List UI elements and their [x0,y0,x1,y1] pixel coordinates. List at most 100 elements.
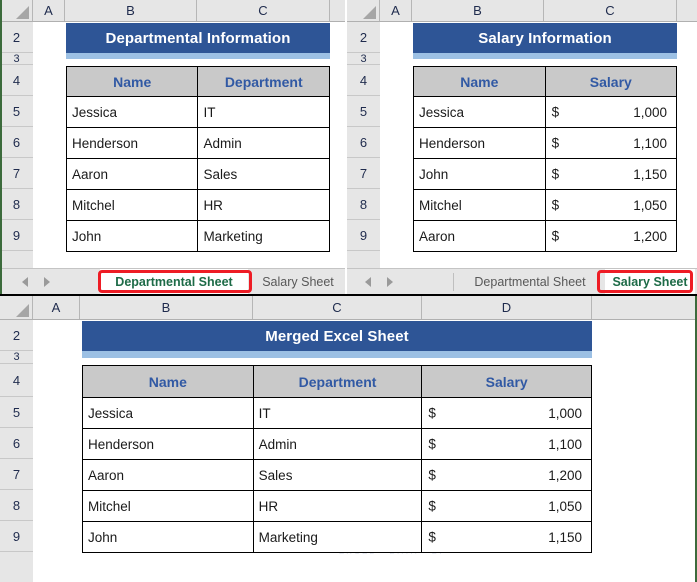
table-row[interactable]: Aaron $ 1,200 [413,220,678,252]
cell-name[interactable]: Mitchel [413,189,546,221]
cell-department[interactable]: Marketing [197,220,330,252]
row-header-10-merged[interactable] [0,552,33,582]
cell-name[interactable]: Mitchel [65,189,199,221]
select-all-corner-merged[interactable] [0,296,33,319]
row-header-10-departmental[interactable] [0,251,33,268]
column-header-a-merged[interactable]: A [33,296,80,319]
prev-sheet-arrow-icon[interactable] [365,276,371,287]
cell-salary[interactable]: $ 1,000 [544,96,678,128]
row-header-3-merged[interactable]: 3 [0,351,33,364]
next-sheet-arrow-icon[interactable] [387,276,393,287]
row-header-9-departmental[interactable]: 9 [0,220,33,251]
cell-salary[interactable]: $ 1,200 [421,459,592,491]
row-header-10-salary[interactable] [347,251,380,268]
cell-salary[interactable]: $ 1,000 [421,397,592,429]
row-header-5-merged[interactable]: 5 [0,397,33,428]
cell-department[interactable]: Sales [197,158,330,190]
cell-salary[interactable]: $ 1,050 [544,189,678,221]
column-header-c-salary[interactable]: C [544,0,677,21]
cell-name[interactable]: Henderson [65,127,199,159]
cell-department[interactable]: Admin [252,428,423,460]
cell-name[interactable]: John [413,158,546,190]
row-header-6-salary[interactable]: 6 [347,127,380,158]
table-row[interactable]: Mitchel HR [65,189,330,221]
table-row[interactable]: John $ 1,150 [413,158,678,190]
cell-name[interactable]: Aaron [82,459,254,491]
row-header-9-salary[interactable]: 9 [347,220,380,251]
select-all-corner-salary[interactable] [347,0,380,21]
table-row[interactable]: John Marketing $ 1,150 [82,521,592,553]
select-all-corner-departmental[interactable] [0,0,33,21]
column-header-b-salary[interactable]: B [412,0,544,21]
cell-name[interactable]: Henderson [413,127,546,159]
cell-name[interactable]: Jessica [82,397,254,429]
column-header-b-departmental[interactable]: B [65,0,197,21]
cell-name[interactable]: Henderson [82,428,254,460]
cell-department[interactable]: Admin [197,127,330,159]
cell-name[interactable]: John [65,220,199,252]
next-sheet-arrow-icon[interactable] [44,276,50,287]
column-header-d-salary[interactable] [677,0,697,21]
sheet-tab-departmental[interactable]: Departmental Sheet [455,269,605,294]
table-row[interactable]: Henderson $ 1,100 [413,127,678,159]
cell-salary[interactable]: $ 1,050 [421,490,592,522]
row-header-7-merged[interactable]: 7 [0,459,33,490]
sheet-tab-salary[interactable]: Salary Sheet [252,269,344,294]
cell-name[interactable]: Jessica [65,96,199,128]
table-row[interactable]: Mitchel $ 1,050 [413,189,678,221]
column-header-c-departmental[interactable]: C [197,0,330,21]
cell-department[interactable]: Marketing [252,521,423,553]
table-row[interactable]: Henderson Admin $ 1,100 [82,428,592,460]
cell-salary[interactable]: $ 1,100 [421,428,592,460]
row-header-8-salary[interactable]: 8 [347,189,380,220]
sheet-tab-salary[interactable]: Salary Sheet [605,269,695,294]
row-header-6-departmental[interactable]: 6 [0,127,33,158]
row-header-3-salary[interactable]: 3 [347,53,380,65]
table-row[interactable]: Aaron Sales $ 1,200 [82,459,592,491]
cell-name[interactable]: John [82,521,254,553]
cell-department[interactable]: IT [197,96,330,128]
prev-sheet-arrow-icon[interactable] [22,276,28,287]
table-row[interactable]: Jessica IT [65,96,330,128]
cell-department[interactable]: HR [252,490,423,522]
cell-salary[interactable]: $ 1,200 [544,220,678,252]
cell-name[interactable]: Mitchel [82,490,254,522]
column-header-d-departmental[interactable] [330,0,345,21]
column-header-b-merged[interactable]: B [80,296,253,319]
cell-salary[interactable]: $ 1,100 [544,127,678,159]
sheet-tab-departmental[interactable]: Departmental Sheet [100,269,248,294]
sheet-nav-arrows-right[interactable] [365,269,393,294]
cell-name[interactable]: Jessica [413,96,546,128]
table-row[interactable]: Henderson Admin [65,127,330,159]
column-header-e-merged[interactable] [592,296,693,319]
cell-name[interactable]: Aaron [65,158,199,190]
row-header-3-departmental[interactable]: 3 [0,53,33,65]
column-header-a-salary[interactable]: A [380,0,412,21]
row-header-4-merged[interactable]: 4 [0,364,33,397]
row-header-9-merged[interactable]: 9 [0,521,33,552]
table-row[interactable]: Jessica IT $ 1,000 [82,397,592,429]
row-header-6-merged[interactable]: 6 [0,428,33,459]
cell-department[interactable]: HR [197,189,330,221]
column-header-c-merged[interactable]: C [253,296,422,319]
cell-salary[interactable]: $ 1,150 [544,158,678,190]
row-header-2-salary[interactable]: 2 [347,22,380,53]
row-header-8-departmental[interactable]: 8 [0,189,33,220]
row-header-7-departmental[interactable]: 7 [0,158,33,189]
sheet-nav-arrows-left[interactable] [22,269,50,294]
row-header-7-salary[interactable]: 7 [347,158,380,189]
cell-salary[interactable]: $ 1,150 [421,521,592,553]
row-header-2-merged[interactable]: 2 [0,320,33,351]
table-row[interactable]: John Marketing [65,220,330,252]
row-header-5-departmental[interactable]: 5 [0,96,33,127]
cell-department[interactable]: Sales [252,459,423,491]
row-header-4-salary[interactable]: 4 [347,65,380,96]
column-header-a-departmental[interactable]: A [33,0,65,21]
table-row[interactable]: Jessica $ 1,000 [413,96,678,128]
table-row[interactable]: Mitchel HR $ 1,050 [82,490,592,522]
row-header-8-merged[interactable]: 8 [0,490,33,521]
column-header-d-merged[interactable]: D [422,296,592,319]
cell-department[interactable]: IT [252,397,423,429]
row-header-5-salary[interactable]: 5 [347,96,380,127]
cell-name[interactable]: Aaron [413,220,546,252]
